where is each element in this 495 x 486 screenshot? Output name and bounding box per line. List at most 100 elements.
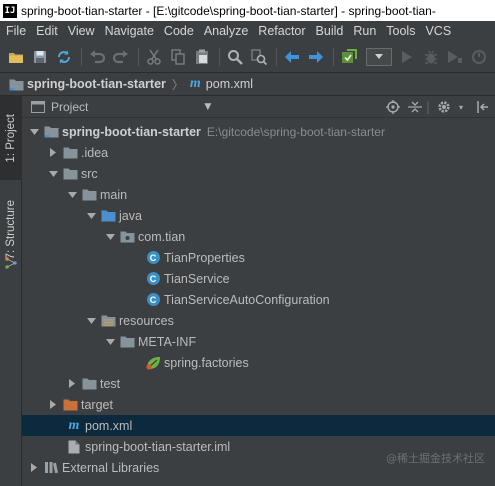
tree-row-class[interactable]: C TianProperties (22, 247, 495, 268)
save-icon[interactable] (29, 46, 51, 68)
window-title: spring-boot-tian-starter - [E:\gitcode\s… (21, 3, 436, 18)
tree-row-class[interactable]: C TianServiceAutoConfiguration (22, 289, 495, 310)
expand-arrow-down-icon[interactable] (104, 336, 116, 348)
tree-row-package[interactable]: com.tian (22, 226, 495, 247)
tree-row-root[interactable]: spring-boot-tian-starter E:\gitcode\spri… (22, 121, 495, 142)
expand-arrow-down-icon[interactable] (28, 126, 40, 138)
expand-arrow-down-icon[interactable] (66, 189, 78, 201)
back-icon[interactable] (281, 46, 303, 68)
breadcrumb-file-label: pom.xml (205, 77, 254, 91)
menu-refactor[interactable]: Refactor (253, 24, 310, 38)
tree-row-meta-inf[interactable]: META-INF (22, 331, 495, 352)
menu-code[interactable]: Code (159, 24, 199, 38)
breadcrumb-file[interactable]: m pom.xml (190, 76, 253, 92)
panel-title: Project (51, 99, 89, 114)
expand-arrow-right-icon[interactable] (28, 462, 40, 474)
tree-label-external-libraries: External Libraries (62, 460, 160, 475)
tree-label-class: TianService (164, 271, 230, 286)
toolbar-separator (138, 47, 139, 66)
watermark: @稀土掘金技术社区 (386, 452, 485, 465)
breadcrumb-project[interactable]: spring-boot-tian-starter (5, 76, 166, 92)
toolbar-separator (219, 47, 220, 66)
gear-icon[interactable] (436, 99, 452, 115)
breadcrumb-separator: 〉 (171, 77, 184, 92)
java-class-icon: C (145, 250, 161, 266)
expand-arrow-down-icon[interactable] (47, 168, 59, 180)
tree-row-test[interactable]: test (22, 373, 495, 394)
project-panel-header: Project ▼ | ▾ (22, 96, 495, 118)
left-tool-strip: 1: Project 7: Structure (0, 96, 22, 486)
tab-project-label: 1: Project (5, 113, 17, 163)
intellij-logo-icon: IJ (3, 3, 17, 18)
tree-label-java: java (119, 208, 142, 223)
run-icon[interactable] (396, 46, 418, 68)
expand-arrow-right-icon[interactable] (47, 147, 59, 159)
collapse-all-icon[interactable] (407, 99, 423, 115)
forward-icon[interactable] (305, 46, 327, 68)
tree-row-main[interactable]: main (22, 184, 495, 205)
build-icon[interactable] (338, 46, 360, 68)
tree-label-src: src (81, 166, 98, 181)
tree-row-src[interactable]: src (22, 163, 495, 184)
package-icon (119, 229, 135, 245)
paste-icon[interactable] (191, 46, 213, 68)
menu-analyze[interactable]: Analyze (199, 24, 253, 38)
folder-icon (62, 145, 78, 161)
replace-icon[interactable] (248, 46, 270, 68)
hide-panel-icon[interactable] (475, 99, 491, 115)
menu-edit[interactable]: Edit (31, 24, 63, 38)
project-view-icon (30, 99, 46, 115)
tree-root-path: E:\gitcode\spring-boot-tian-starter (206, 124, 385, 139)
profile-icon[interactable] (468, 46, 490, 68)
debug-icon[interactable] (420, 46, 442, 68)
structure-icon (0, 254, 22, 272)
undo-icon[interactable] (86, 46, 108, 68)
tree-row-target[interactable]: target (22, 394, 495, 415)
menu-build[interactable]: Build (311, 24, 349, 38)
find-icon[interactable] (224, 46, 246, 68)
expand-arrow-down-icon[interactable] (85, 210, 97, 222)
project-folder-icon (43, 124, 59, 140)
menu-bar: File Edit View Navigate Code Analyze Ref… (0, 21, 495, 41)
expand-arrow-right-icon[interactable] (47, 399, 59, 411)
panel-tools-separator: | (425, 100, 431, 114)
menu-run[interactable]: Run (348, 24, 381, 38)
gear-dropdown-chevron-icon[interactable]: ▾ (453, 99, 469, 115)
project-folder-icon (8, 76, 24, 92)
view-dropdown-chevron-icon[interactable]: ▼ (204, 102, 211, 112)
tab-project[interactable]: 1: Project (0, 96, 22, 180)
tree-label-main: main (100, 187, 128, 202)
menu-view[interactable]: View (63, 24, 100, 38)
tree-row-pom[interactable]: m pom.xml (22, 415, 495, 436)
folder-icon (81, 187, 97, 203)
sync-icon[interactable] (53, 46, 75, 68)
open-folder-icon[interactable] (5, 46, 27, 68)
tree-row-idea[interactable]: .idea (22, 142, 495, 163)
menu-vcs[interactable]: VCS (420, 24, 456, 38)
java-class-icon: C (145, 292, 161, 308)
title-bar: IJ spring-boot-tian-starter - [E:\gitcod… (0, 0, 495, 21)
tree-label-resources: resources (119, 313, 174, 328)
tree-label-iml: spring-boot-tian-starter.iml (85, 439, 231, 454)
copy-icon[interactable] (167, 46, 189, 68)
tree-row-factories[interactable]: spring.factories (22, 352, 495, 373)
tree-row-resources[interactable]: resources (22, 310, 495, 331)
cut-icon[interactable] (143, 46, 165, 68)
tree-row-class[interactable]: C TianService (22, 268, 495, 289)
panel-tools: | ▾ (379, 96, 491, 118)
expand-arrow-down-icon[interactable] (85, 315, 97, 327)
menu-navigate[interactable]: Navigate (100, 24, 159, 38)
menu-file[interactable]: File (0, 24, 31, 38)
navigation-breadcrumb: spring-boot-tian-starter 〉 m pom.xml (0, 73, 495, 96)
source-folder-icon (100, 208, 116, 224)
tab-structure-label: 7: Structure (5, 200, 17, 260)
run-config-dropdown[interactable] (366, 47, 392, 66)
menu-tools[interactable]: Tools (381, 24, 420, 38)
locate-target-icon[interactable] (385, 99, 401, 115)
redo-icon[interactable] (110, 46, 132, 68)
expand-arrow-down-icon[interactable] (104, 231, 116, 243)
tree-label-class: TianProperties (164, 250, 245, 265)
tree-row-java[interactable]: java (22, 205, 495, 226)
coverage-icon[interactable] (444, 46, 466, 68)
expand-arrow-right-icon[interactable] (66, 378, 78, 390)
